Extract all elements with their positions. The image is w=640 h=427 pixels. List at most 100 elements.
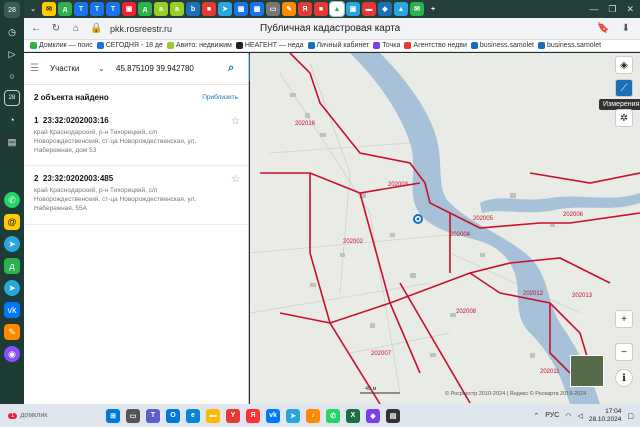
star-icon[interactable]: ☆ [231,116,240,127]
tab-favicon[interactable]: ■ [314,2,328,16]
whatsapp-icon[interactable]: ✆ [4,192,20,208]
tab-favicon[interactable]: ◆ [378,2,392,16]
tab-favicon[interactable]: д [138,2,152,16]
measure-button[interactable]: ⟋ [615,79,633,97]
bookmark-item[interactable]: business.samolet [470,42,534,49]
notes-icon[interactable]: ✎ [4,324,20,340]
task-view-icon[interactable]: ▭ [126,408,140,423]
bookmark-item[interactable]: Личный кабинет [307,42,369,49]
tab-favicon[interactable]: a [154,2,168,16]
vk-icon[interactable]: vk [4,302,20,318]
tab-favicon[interactable]: ▣ [346,2,360,16]
bookmark-item[interactable]: НЕАГЕНТ — неда [235,42,304,49]
windows-start-icon[interactable]: ⊞ [106,408,120,423]
tab-favicon[interactable]: T [90,2,104,16]
clock-icon[interactable]: ◷ [4,24,20,40]
result-item[interactable]: 1 23:32:0202003:16 край Краснодарский, р… [24,108,248,167]
excel-icon[interactable]: X [346,408,360,423]
star-icon[interactable]: ☆ [231,174,240,185]
bookmark-item[interactable]: Точка [373,42,400,49]
zoom-in-button[interactable]: + [615,310,633,328]
app-icon[interactable]: ◆ [366,408,380,423]
tab-favicon[interactable]: Я [298,2,312,16]
tab-favicon[interactable]: д [58,2,72,16]
explorer-icon[interactable]: ▬ [206,408,220,423]
taskbar-widget[interactable]: 1 домклик [0,412,100,419]
maximize-icon[interactable]: ❐ [608,4,616,15]
tab-favicon[interactable]: ➤ [218,2,232,16]
telegram-icon[interactable]: ➤ [4,236,20,252]
tab-favicon[interactable]: ✉ [42,2,56,16]
bookmark-item[interactable]: СЕГОДНЯ - 18 де [96,42,163,49]
minimize-icon[interactable]: — [589,4,598,15]
tab-favicon[interactable]: ✉ [410,2,424,16]
chevron-down-icon[interactable]: ⌄ [98,64,108,73]
reload-icon[interactable]: ↻ [50,23,62,34]
wifi-icon[interactable]: ◠ [565,412,571,420]
tab-favicon[interactable]: ✎ [282,2,296,16]
clock[interactable]: 17:04 28.10.2024 [589,408,622,424]
mail-icon[interactable]: @ [4,214,20,230]
search-input[interactable] [116,64,216,73]
settings-button[interactable]: ✲ [615,109,633,127]
bookmark-item[interactable]: Агентство недви [404,42,467,49]
yandex-music-icon[interactable]: ♪ [306,408,320,423]
document-icon[interactable]: ▤ [4,134,20,150]
calendar-icon[interactable]: 28 [4,90,20,106]
tab-favicon[interactable]: ▦ [250,2,264,16]
telegram-icon[interactable]: ➤ [286,408,300,423]
vk-icon[interactable]: vk [266,408,280,423]
bell-icon[interactable]: ◔ [4,112,20,128]
circle-icon[interactable]: ○ [4,68,20,84]
cadastral-map[interactable]: 202016 202003 202002 202004 202005 20200… [250,53,640,404]
tab-favicon[interactable]: ▲ [394,2,408,16]
whatsapp-icon[interactable]: ✆ [326,408,340,423]
cadastral-number[interactable]: 23:32:0202003:16 [43,116,109,125]
back-icon[interactable]: ← [30,23,42,34]
edge-icon[interactable]: e [186,408,200,423]
outlook-icon[interactable]: O [166,408,180,423]
result-item[interactable]: 2 23:32:0202003:485 край Краснодарский, … [24,166,248,225]
close-icon[interactable]: ✕ [626,4,634,15]
new-tab-icon[interactable]: + [426,2,440,16]
zoom-out-button[interactable]: − [615,343,633,361]
tab-favicon[interactable]: ▦ [234,2,248,16]
tab-favicon[interactable]: T [106,2,120,16]
tab-count-button[interactable]: 28 [4,2,20,18]
tab-favicon[interactable]: ▬ [362,2,376,16]
minimap[interactable] [570,355,604,387]
telegram2-icon[interactable]: ➤ [4,280,20,296]
tab-favicon[interactable]: T [74,2,88,16]
alice-icon[interactable]: ◉ [4,346,20,362]
home-icon[interactable]: ⌂ [70,23,82,34]
tab-list-icon[interactable]: ⌄ [26,2,40,16]
bookmark-item[interactable]: Авито: недвижим [166,42,232,49]
language-indicator[interactable]: РУС [545,412,559,419]
menu-icon[interactable]: ☰ [30,63,42,74]
download-icon[interactable]: ⬇ [622,23,630,34]
tray-chevron-icon[interactable]: ⌃ [533,412,539,420]
tab-active-rosreestr[interactable]: ▲ [329,1,345,17]
tab-favicon[interactable]: ▭ [266,2,280,16]
tab-favicon[interactable]: ▣ [122,2,136,16]
domclick-icon[interactable]: д [4,258,20,274]
url-field[interactable]: pkk.rosreestr.ru [110,24,172,34]
tab-favicon[interactable]: ■ [202,2,216,16]
play-icon[interactable]: ▷ [4,46,20,62]
yandex-browser-icon[interactable]: Я [246,408,260,423]
teams-icon[interactable]: T [146,408,160,423]
bookmark-icon[interactable]: 🔖 [597,23,609,34]
yandex-icon[interactable]: Y [226,408,240,423]
bookmark-item[interactable]: Домклик — поис [30,42,93,49]
cadastral-number[interactable]: 23:32:0202003:485 [43,174,113,183]
volume-icon[interactable]: ◁ [577,412,582,420]
layers-button[interactable]: ◈ [615,56,633,74]
notifications-icon[interactable]: ▢ [627,412,634,420]
info-button[interactable]: ℹ [615,369,633,387]
tab-favicon[interactable]: b [186,2,200,16]
app-icon[interactable]: ▤ [386,408,400,423]
search-type-select[interactable]: Участки [50,64,90,73]
tab-favicon[interactable]: a [170,2,184,16]
search-icon[interactable]: ⌕ [228,62,242,76]
zoom-to-link[interactable]: Приблизить [202,94,238,101]
